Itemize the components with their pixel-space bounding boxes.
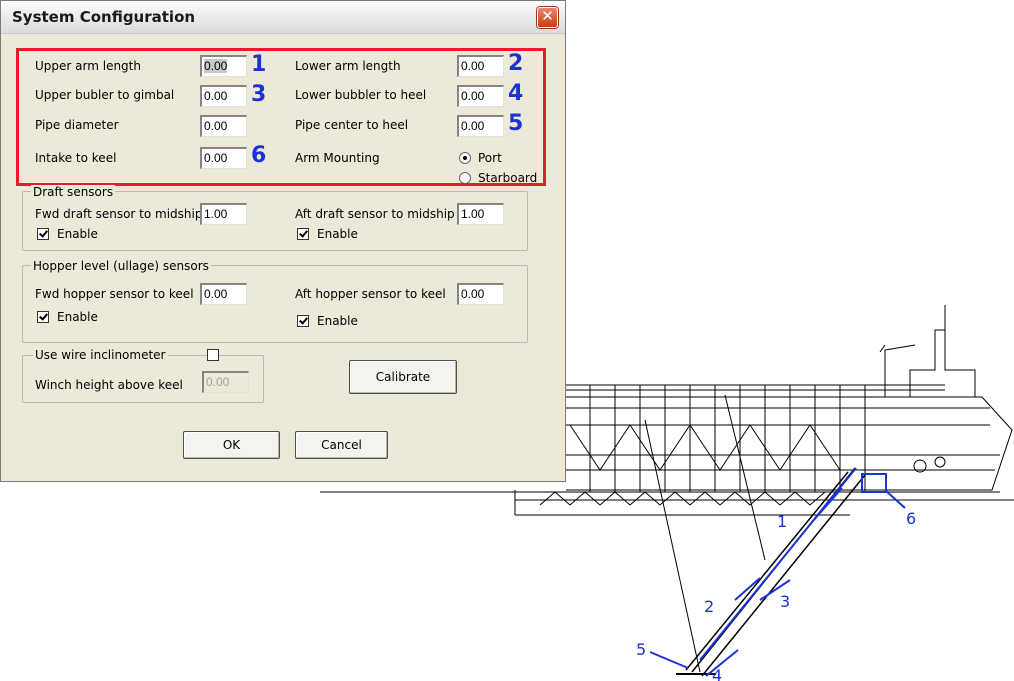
wire-inclinometer-checkbox[interactable]: [207, 349, 219, 361]
aft-draft-enable-label[interactable]: Enable: [317, 227, 358, 241]
fwd-draft-enable-checkbox[interactable]: [37, 228, 49, 240]
fwd-hopper-enable-label[interactable]: Enable: [57, 310, 98, 324]
aft-draft-enable-checkbox[interactable]: [297, 228, 309, 240]
hopper-sensors-title: Hopper level (ullage) sensors: [31, 259, 211, 273]
diagram-label-3: 3: [780, 592, 790, 611]
aft-hopper-sensor-label: Aft hopper sensor to keel: [295, 287, 446, 301]
hopper-sensors-group: [22, 265, 528, 343]
diagram-label-5: 5: [636, 640, 646, 659]
diagram-label-1: 1: [777, 512, 787, 531]
dim-pipe-heel: [649, 651, 689, 669]
window-title: System Configuration: [12, 8, 196, 26]
fwd-draft-enable-label[interactable]: Enable: [57, 227, 98, 241]
fwd-draft-sensor-label: Fwd draft sensor to midship: [35, 207, 203, 221]
title-bar[interactable]: System Configuration ✕: [1, 1, 565, 34]
aft-hopper-enable-checkbox[interactable]: [297, 315, 309, 327]
aft-draft-sensor-label: Aft draft sensor to midship: [295, 207, 455, 221]
highlight-box: [16, 48, 546, 186]
intake-box: [861, 473, 887, 493]
fwd-hopper-sensor-input[interactable]: 0.00: [200, 283, 247, 305]
aft-hopper-enable-label[interactable]: Enable: [317, 314, 358, 328]
calibrate-button[interactable]: Calibrate: [349, 360, 457, 394]
winch-height-label: Winch height above keel: [35, 378, 183, 392]
draft-sensors-group: [22, 191, 528, 251]
dim-bubbler-gimbal: [734, 577, 761, 601]
close-button[interactable]: ✕: [537, 7, 558, 28]
dim-lower-arm: [699, 467, 857, 661]
diagram-label-2: 2: [704, 597, 714, 616]
winch-height-input[interactable]: 0.00: [202, 371, 249, 393]
hull-frames: [589, 385, 866, 492]
aft-draft-sensor-input[interactable]: 1.00: [457, 203, 504, 225]
ok-button[interactable]: OK: [183, 431, 280, 459]
diagram-label-6: 6: [906, 509, 916, 528]
fwd-hopper-enable-checkbox[interactable]: [37, 311, 49, 323]
superstructure: [909, 329, 976, 397]
fwd-hopper-sensor-label: Fwd hopper sensor to keel: [35, 287, 194, 301]
diagram-label-4: 4: [712, 666, 722, 681]
system-configuration-dialog: System Configuration ✕ Upper arm length …: [0, 0, 566, 482]
fwd-draft-sensor-input[interactable]: 1.00: [200, 203, 247, 225]
aft-hopper-sensor-input[interactable]: 0.00: [457, 283, 504, 305]
close-icon: ✕: [541, 7, 554, 25]
hull-outline: [566, 396, 1013, 491]
wire-inclinometer-title: Use wire inclinometer: [33, 348, 168, 362]
cancel-button[interactable]: Cancel: [295, 431, 388, 459]
dim-intake-keel: [884, 489, 906, 509]
draft-sensors-title: Draft sensors: [31, 185, 116, 199]
